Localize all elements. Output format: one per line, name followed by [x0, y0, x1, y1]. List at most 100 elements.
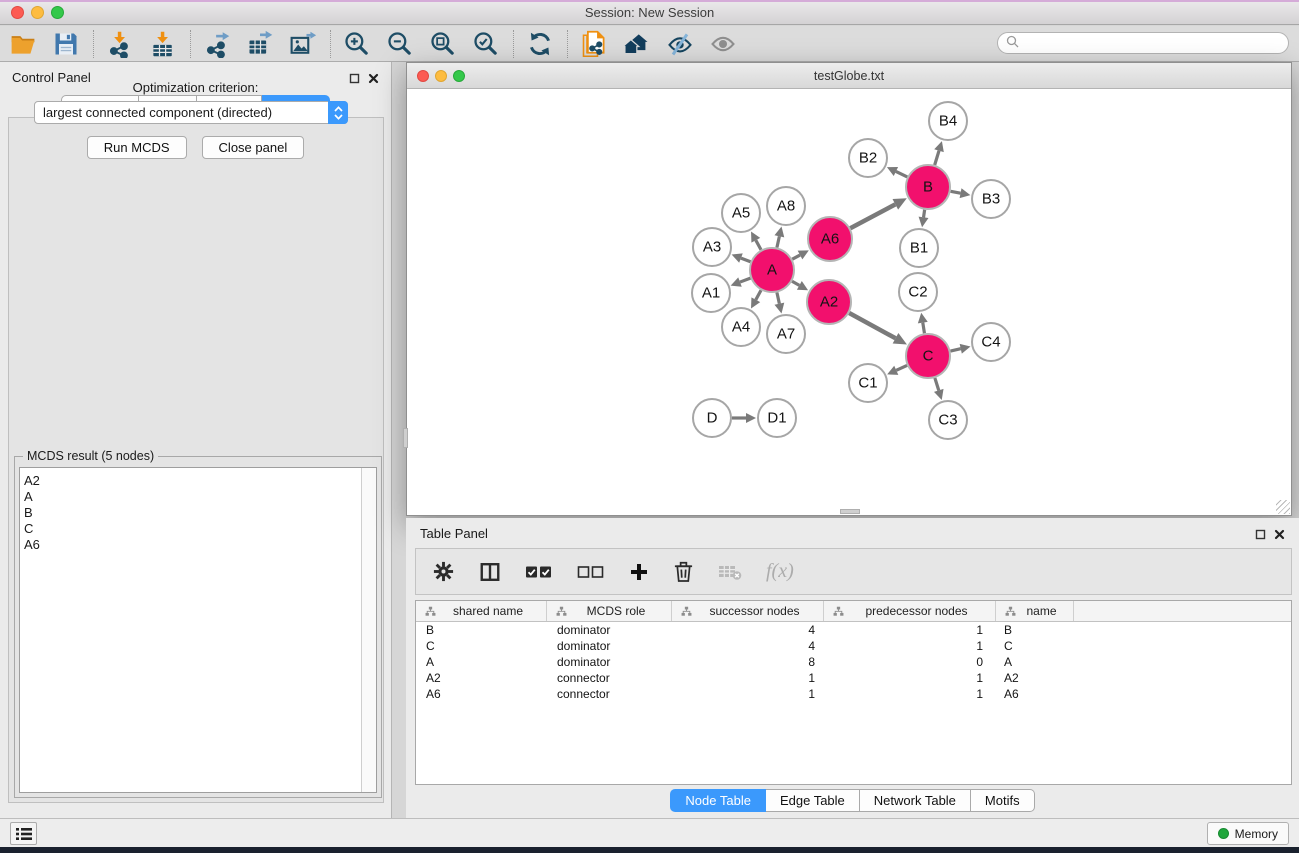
table-cell[interactable]: A [416, 655, 547, 669]
table-cell[interactable]: dominator [547, 655, 672, 669]
network-window-titlebar[interactable]: testGlobe.txt [407, 63, 1291, 89]
column-header-MCDS-role[interactable]: MCDS role [547, 601, 672, 621]
close-panel-button[interactable]: Close panel [202, 136, 305, 159]
memory-button[interactable]: Memory [1207, 822, 1289, 845]
node-A[interactable]: A [750, 248, 794, 292]
float-table-panel-icon[interactable] [1253, 527, 1267, 541]
result-list-item[interactable]: C [24, 521, 376, 537]
table-cell[interactable]: dominator [547, 623, 672, 637]
select-all-icon[interactable] [525, 564, 553, 580]
export-image-icon[interactable] [288, 29, 318, 59]
close-table-panel-icon[interactable] [1272, 527, 1286, 541]
network-canvas[interactable]: B4B2BB3A8A5A6A3B1AA1C2A2A4A7C4CC1C3DD1 [407, 89, 1291, 515]
table-cell[interactable]: A6 [996, 687, 1074, 701]
edge-A-A3[interactable] [732, 253, 751, 262]
tab-motifs[interactable]: Motifs [971, 789, 1035, 812]
node-B[interactable]: B [906, 165, 950, 209]
zoom-selected-icon[interactable] [471, 29, 501, 59]
table-cell[interactable]: C [416, 639, 547, 653]
node-D1[interactable]: D1 [758, 399, 796, 437]
table-cell[interactable]: C [996, 639, 1074, 653]
refresh-layout-icon[interactable] [525, 29, 555, 59]
new-network-icon[interactable] [579, 29, 609, 59]
eye-icon[interactable] [708, 29, 738, 59]
edge-A-A7[interactable] [774, 292, 784, 313]
zoom-in-icon[interactable] [342, 29, 372, 59]
save-session-icon[interactable] [51, 29, 81, 59]
edge-B-B3[interactable] [951, 188, 971, 198]
table-cell[interactable]: A6 [416, 687, 547, 701]
export-network-icon[interactable] [202, 29, 232, 59]
open-file-icon[interactable] [8, 29, 38, 59]
settings-gear-icon[interactable] [432, 560, 455, 583]
table-cell[interactable]: 1 [824, 623, 996, 637]
table-row[interactable]: A2connector11A2 [416, 670, 1291, 686]
column-header-predecessor-nodes[interactable]: predecessor nodes [824, 601, 996, 621]
edge-A-A5[interactable] [751, 231, 761, 249]
node-A8[interactable]: A8 [767, 187, 805, 225]
search-input[interactable] [1023, 36, 1288, 50]
import-network-icon[interactable] [105, 29, 135, 59]
table-row[interactable]: Adominator80A [416, 654, 1291, 670]
window-resize-grip[interactable] [1276, 500, 1290, 514]
node-A4[interactable]: A4 [722, 308, 760, 346]
table-cell[interactable]: A [996, 655, 1074, 669]
edge-A6-B[interactable] [850, 198, 906, 228]
node-C4[interactable]: C4 [972, 323, 1010, 361]
edge-B-B4[interactable] [934, 141, 944, 165]
table-cell[interactable]: dominator [547, 639, 672, 653]
table-cell[interactable]: 0 [824, 655, 996, 669]
tab-edge-table[interactable]: Edge Table [766, 789, 860, 812]
edge-C-C4[interactable] [950, 344, 970, 354]
edge-A-A2[interactable] [792, 281, 808, 290]
export-table-icon[interactable] [245, 29, 275, 59]
result-list-scrollbar[interactable] [361, 468, 376, 792]
table-cell[interactable]: connector [547, 671, 672, 685]
table-cell[interactable]: A2 [416, 671, 547, 685]
node-C1[interactable]: C1 [849, 364, 887, 402]
table-cell[interactable]: 4 [672, 639, 824, 653]
edge-C-C2[interactable] [918, 313, 928, 334]
result-list-item[interactable]: B [24, 505, 376, 521]
hide-panel-eye-icon[interactable] [665, 29, 695, 59]
edge-A-A6[interactable] [792, 250, 809, 259]
run-mcds-button[interactable]: Run MCDS [87, 136, 187, 159]
table-cell[interactable]: B [416, 623, 547, 637]
table-cell[interactable]: 1 [672, 671, 824, 685]
table-cell[interactable]: 1 [824, 639, 996, 653]
result-list-item[interactable]: A2 [24, 473, 376, 489]
table-cell[interactable]: 1 [824, 687, 996, 701]
home-icon[interactable] [622, 29, 652, 59]
result-list-item[interactable]: A6 [24, 537, 376, 553]
table-cell[interactable]: A2 [996, 671, 1074, 685]
node-C2[interactable]: C2 [899, 273, 937, 311]
node-D[interactable]: D [693, 399, 731, 437]
edge-C-C3[interactable] [934, 378, 944, 400]
node-B1[interactable]: B1 [900, 229, 938, 267]
node-B3[interactable]: B3 [972, 180, 1010, 218]
splitter-handle-horizontal[interactable] [840, 509, 860, 514]
node-B2[interactable]: B2 [849, 139, 887, 177]
zoom-fit-icon[interactable] [428, 29, 458, 59]
zoom-out-icon[interactable] [385, 29, 415, 59]
table-cell[interactable]: 1 [672, 687, 824, 701]
node-A2[interactable]: A2 [807, 280, 851, 324]
column-header-successor-nodes[interactable]: successor nodes [672, 601, 824, 621]
criterion-dropdown[interactable]: largest connected component (directed) [34, 101, 348, 124]
node-A1[interactable]: A1 [692, 274, 730, 312]
table-cell[interactable]: 8 [672, 655, 824, 669]
mcds-result-list[interactable]: A2ABCA6 [19, 467, 377, 793]
node-A3[interactable]: A3 [693, 228, 731, 266]
column-header-shared-name[interactable]: shared name [416, 601, 547, 621]
add-row-icon[interactable] [629, 562, 649, 582]
edge-B-B2[interactable] [887, 167, 907, 177]
edge-A2-C[interactable] [849, 313, 907, 344]
edge-A-A8[interactable] [774, 227, 784, 248]
import-table-icon[interactable] [148, 29, 178, 59]
node-A7[interactable]: A7 [767, 315, 805, 353]
column-header-name[interactable]: name [996, 601, 1074, 621]
node-A6[interactable]: A6 [808, 217, 852, 261]
edge-A-A4[interactable] [751, 290, 761, 308]
edge-B-B1[interactable] [919, 210, 929, 227]
node-C3[interactable]: C3 [929, 401, 967, 439]
